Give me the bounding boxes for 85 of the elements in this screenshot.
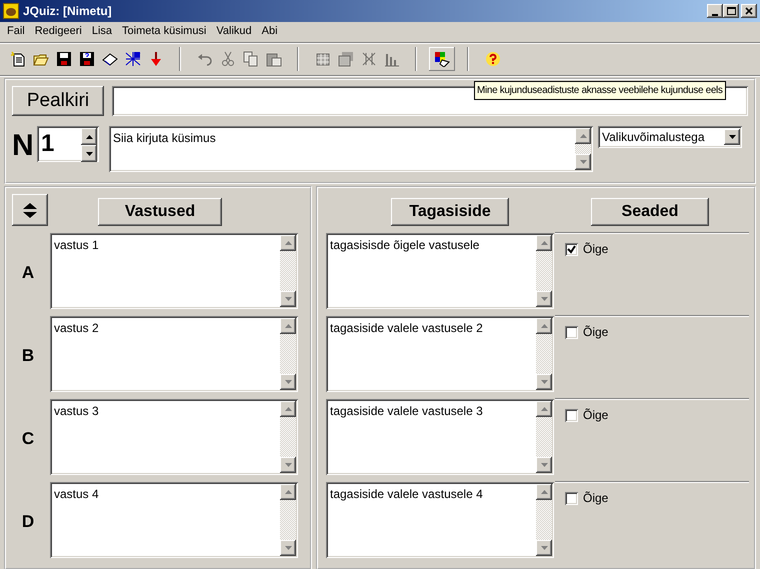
settings-header[interactable]: Seaded [591,198,709,226]
down-arrow-icon [284,546,292,550]
down-arrow-icon [540,546,548,550]
checkbox-label[interactable]: Õige [583,240,608,258]
checkbox-label[interactable]: Õige [583,489,608,507]
menu-item[interactable]: Redigeeri [30,22,87,40]
down-arrow-icon [540,297,548,301]
scroll-down-button[interactable] [280,374,296,390]
close-icon[interactable] [744,6,754,16]
scroll-down-button[interactable] [280,540,296,556]
up-arrow-icon [284,490,292,494]
answers-header[interactable]: Vastused [98,198,222,226]
app-icon [3,3,19,19]
maximize-icon[interactable] [726,6,736,16]
menu-item[interactable]: Fail [2,22,30,40]
answer-letter: B [22,346,34,365]
checkbox-label[interactable]: Õige [583,406,608,424]
scroll-up-button[interactable] [280,401,296,417]
down-arrow-icon [580,160,586,164]
menu-item[interactable]: Abi [256,22,283,40]
type-dropdown[interactable]: Valikuvõimalustega [598,126,742,148]
palette-icon[interactable] [434,51,450,67]
scroll-down-button[interactable] [536,291,552,307]
tooltip: Mine kujunduseadistuste aknasse veebilehe kujunduse eels [474,81,726,100]
spin-down-button[interactable] [81,145,97,162]
sort-button[interactable] [12,194,48,226]
checkbox[interactable] [565,242,578,256]
number-label: N [12,129,34,162]
checkbox[interactable] [565,326,578,338]
caret-icon [728,135,736,139]
up-arrow-icon [284,241,292,245]
up-arrow-icon [580,134,586,138]
scroll-up-button[interactable] [536,235,552,251]
check-icon [567,244,576,254]
down-arrow-icon [86,152,92,156]
floppy-question-icon[interactable] [78,51,94,67]
up-arrow-icon [284,407,292,411]
minimize-button[interactable] [707,4,723,18]
maximize-button[interactable] [723,4,739,18]
menu-item[interactable]: Valikud [211,22,257,40]
scroll-up-button[interactable] [280,318,296,334]
number-input[interactable]: 1 [37,126,81,162]
scrollbar-track [575,144,591,154]
spin-up-button[interactable] [81,128,97,145]
scroll-up-button[interactable] [280,484,296,500]
down-arrow-icon [284,297,292,301]
up-arrow-icon [540,407,548,411]
up-arrow-icon [540,324,548,328]
answer-letter: C [22,429,34,448]
scroll-up-button[interactable] [575,128,591,144]
scroll-down-button[interactable] [536,374,552,390]
down-arrow-icon [284,463,292,467]
scroll-down-button[interactable] [536,540,552,556]
checkbox[interactable] [565,408,578,422]
scroll-up-button[interactable] [280,235,296,251]
up-arrow-icon [540,241,548,245]
down-arrow-icon [540,380,548,384]
up-arrow-icon [540,490,548,494]
scroll-down-button[interactable] [280,457,296,473]
up-arrow-icon [23,202,37,208]
help-icon[interactable] [484,51,500,67]
menu-item[interactable]: Lisa [86,22,118,40]
scroll-down-button[interactable] [280,291,296,307]
down-arrow-icon [23,212,37,218]
scroll-up-button[interactable] [536,484,552,500]
answer-letter: D [22,512,34,531]
menu-item[interactable]: Toimeta küsimusi [117,22,212,40]
number-spinner[interactable]: 1 [37,126,99,162]
down-arrow-icon [284,380,292,384]
title-button[interactable]: Pealkiri [12,86,104,116]
down-arrow-icon [540,463,548,467]
scroll-down-button[interactable] [575,154,591,170]
scroll-down-button[interactable] [536,457,552,473]
feedback-header[interactable]: Tagasiside [391,198,509,226]
close-button[interactable] [741,4,757,18]
up-arrow-icon [86,134,92,138]
window-title: JQuiz: [Nimetu] [23,3,113,20]
checkbox-label[interactable]: Õige [583,323,608,341]
scroll-up-button[interactable] [536,318,552,334]
scroll-up-button[interactable] [536,401,552,417]
answer-letter: A [22,263,34,282]
toolbar-button[interactable] [429,47,455,71]
up-arrow-icon [284,324,292,328]
new-file-icon[interactable] [10,51,26,67]
checkbox[interactable] [565,492,578,504]
